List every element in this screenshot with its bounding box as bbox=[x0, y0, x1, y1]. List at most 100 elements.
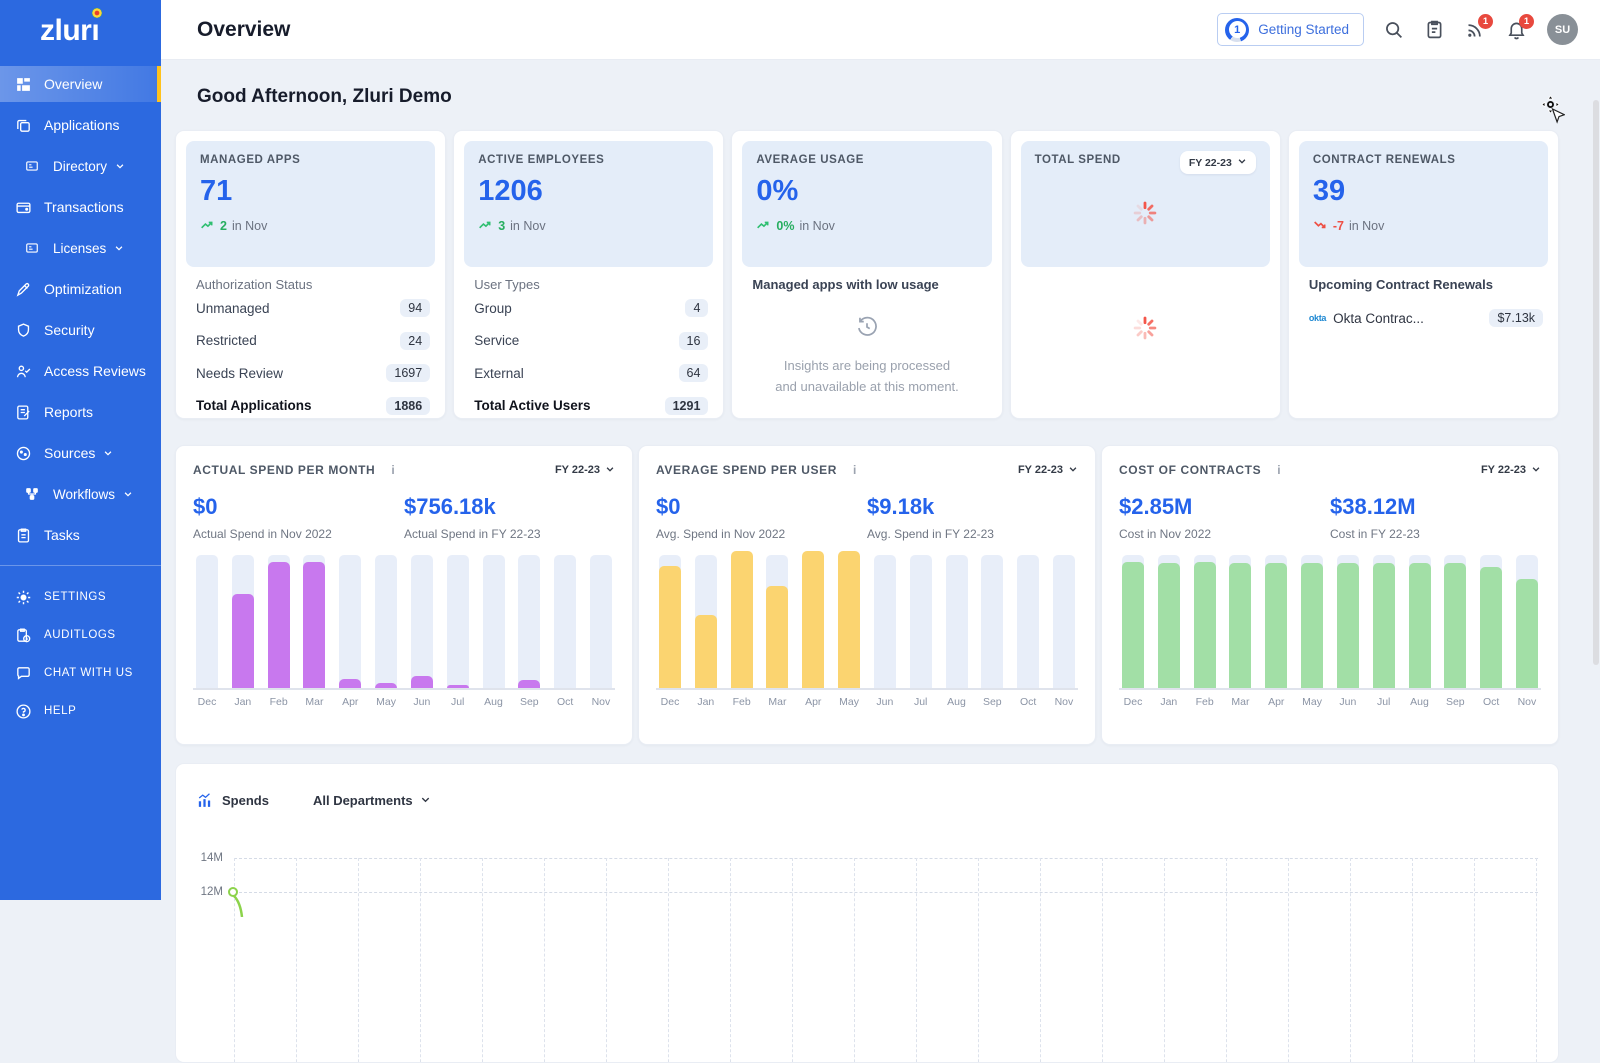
chevron-down-icon bbox=[1068, 464, 1078, 477]
directory-card-icon bbox=[23, 157, 41, 175]
bar-nov bbox=[1516, 555, 1538, 688]
count-badge: 24 bbox=[400, 332, 430, 350]
month-label: Aug bbox=[1409, 696, 1431, 708]
renewal-amount-badge: $7.13k bbox=[1489, 309, 1543, 327]
sidebar-item-licenses[interactable]: Licenses bbox=[0, 230, 161, 266]
y-axis-tick: 14M bbox=[189, 852, 223, 864]
cost-of-contracts-bar-chart bbox=[1119, 555, 1541, 690]
sidebar-item-label: Overview bbox=[44, 76, 102, 92]
greeting-text: Good Afternoon, Zluri Demo bbox=[197, 86, 452, 108]
sidebar-item-label: Access Reviews bbox=[44, 363, 146, 379]
month-label: Nov bbox=[1516, 696, 1538, 708]
month-label: Aug bbox=[946, 696, 968, 708]
renewal-list-item[interactable]: okta Okta Contrac... $7.13k bbox=[1309, 309, 1543, 327]
sidebar-item-label: Transactions bbox=[44, 199, 124, 215]
sidebar-divider bbox=[0, 565, 161, 566]
stat-value: $756.18k bbox=[404, 494, 615, 520]
avatar[interactable]: SU bbox=[1547, 14, 1578, 45]
bar-mar bbox=[303, 555, 325, 688]
sidebar-item-directory[interactable]: Directory bbox=[0, 148, 161, 184]
month-label: Mar bbox=[1229, 696, 1251, 708]
month-label: Jun bbox=[1337, 696, 1359, 708]
sidebar-item-overview[interactable]: Overview bbox=[0, 66, 161, 102]
month-label: Apr bbox=[339, 696, 361, 708]
clipboard-icon[interactable] bbox=[1424, 19, 1446, 41]
info-icon[interactable]: i bbox=[391, 463, 394, 477]
sidebar-item-applications[interactable]: Applications bbox=[0, 107, 161, 143]
optimization-rocket-icon bbox=[14, 280, 32, 298]
month-label: Apr bbox=[1265, 696, 1287, 708]
sidebar-item-optimization[interactable]: Optimization bbox=[0, 271, 161, 307]
reports-icon bbox=[14, 403, 32, 421]
sidebar-item-access-reviews[interactable]: Access Reviews bbox=[0, 353, 161, 389]
bell-icon[interactable]: 1 bbox=[1506, 19, 1528, 41]
topbar: Overview 1 Getting Started 1 1 SU bbox=[161, 0, 1600, 60]
total-spend-tile: TOTAL SPEND FY 22-23 bbox=[1021, 141, 1270, 267]
activity-feed-icon[interactable]: 1 bbox=[1465, 19, 1487, 41]
bar-jun bbox=[874, 555, 896, 688]
actual-spend-bar-chart bbox=[193, 555, 615, 690]
vertical-scrollbar-thumb[interactable] bbox=[1593, 100, 1599, 665]
getting-started-button[interactable]: 1 Getting Started bbox=[1217, 13, 1364, 46]
month-label: Mar bbox=[766, 696, 788, 708]
bar-aug bbox=[946, 555, 968, 688]
vertical-gridline bbox=[1288, 858, 1289, 1063]
vertical-gridline bbox=[482, 858, 483, 1063]
bar-may bbox=[1301, 555, 1323, 688]
stat-value: $0 bbox=[656, 494, 867, 520]
month-label: Jan bbox=[232, 696, 254, 708]
vertical-gridline bbox=[792, 858, 793, 1063]
sidebar-item-security[interactable]: Security bbox=[0, 312, 161, 348]
bar-feb bbox=[1194, 555, 1216, 688]
managed-apps-card: MANAGED APPS 71 2 in Nov Authorization S… bbox=[175, 130, 446, 419]
fy-filter-dropdown[interactable]: FY 22-23 bbox=[1180, 151, 1256, 174]
search-icon[interactable] bbox=[1383, 19, 1405, 41]
sidebar-item-reports[interactable]: Reports bbox=[0, 394, 161, 430]
stat-label: Avg. Spend in FY 22-23 bbox=[867, 527, 1078, 541]
bar-aug bbox=[1409, 555, 1431, 688]
month-label: May bbox=[1301, 696, 1323, 708]
month-label: Oct bbox=[1480, 696, 1502, 708]
chevron-down-icon bbox=[103, 448, 113, 458]
month-label: Jan bbox=[695, 696, 717, 708]
chevron-down-icon bbox=[420, 793, 431, 808]
trend-period: in Nov bbox=[510, 219, 545, 233]
month-label: Dec bbox=[659, 696, 681, 708]
sidebar-item-transactions[interactable]: Transactions bbox=[0, 189, 161, 225]
chart-title: AVERAGE SPEND PER USER bbox=[656, 463, 837, 477]
month-axis-labels: DecJanFebMarAprMayJunJulAugSepOctNov bbox=[1119, 696, 1541, 708]
count-badge: 4 bbox=[685, 299, 708, 317]
series-start-point bbox=[228, 887, 238, 897]
count-badge: 1886 bbox=[386, 397, 430, 415]
month-label: Sep bbox=[1444, 696, 1466, 708]
series-line-segment bbox=[232, 895, 256, 922]
info-icon[interactable]: i bbox=[853, 463, 856, 477]
sidebar-item-label: AUDITLOGS bbox=[44, 629, 116, 641]
sidebar-item-settings[interactable]: SETTINGS bbox=[0, 580, 161, 614]
stat-label: Actual Spend in Nov 2022 bbox=[193, 527, 404, 541]
sidebar-item-tasks[interactable]: Tasks bbox=[0, 517, 161, 553]
bar-dec bbox=[659, 555, 681, 688]
feed-badge: 1 bbox=[1478, 14, 1493, 29]
sidebar-item-workflows[interactable]: Workflows bbox=[0, 476, 161, 512]
month-label: Apr bbox=[802, 696, 824, 708]
month-label: Sep bbox=[518, 696, 540, 708]
fy-filter-dropdown[interactable]: FY 22-23 bbox=[1018, 464, 1078, 477]
bar-dec bbox=[196, 555, 218, 688]
fy-filter-dropdown[interactable]: FY 22-23 bbox=[1481, 464, 1541, 477]
kpi-title: TOTAL SPEND bbox=[1035, 154, 1121, 166]
month-axis-labels: DecJanFebMarAprMayJunJulAugSepOctNov bbox=[193, 696, 615, 708]
sidebar-item-help[interactable]: HELP bbox=[0, 694, 161, 728]
info-icon[interactable]: i bbox=[1277, 463, 1280, 477]
sidebar-item-chat-with-us[interactable]: CHAT WITH US bbox=[0, 656, 161, 690]
sidebar-item-label: Reports bbox=[44, 404, 93, 420]
kpi-value: 71 bbox=[200, 175, 421, 208]
average-usage-tile: AVERAGE USAGE 0% 0% in Nov bbox=[742, 141, 991, 267]
stat-label: Cost in FY 22-23 bbox=[1330, 527, 1541, 541]
month-label: Feb bbox=[268, 696, 290, 708]
fy-filter-dropdown[interactable]: FY 22-23 bbox=[555, 464, 615, 477]
sidebar-item-sources[interactable]: Sources bbox=[0, 435, 161, 471]
list-item: Group4 bbox=[474, 292, 708, 325]
sidebar-item-auditlogs[interactable]: AUDITLOGS bbox=[0, 618, 161, 652]
department-filter-dropdown[interactable]: All Departments bbox=[313, 793, 431, 808]
